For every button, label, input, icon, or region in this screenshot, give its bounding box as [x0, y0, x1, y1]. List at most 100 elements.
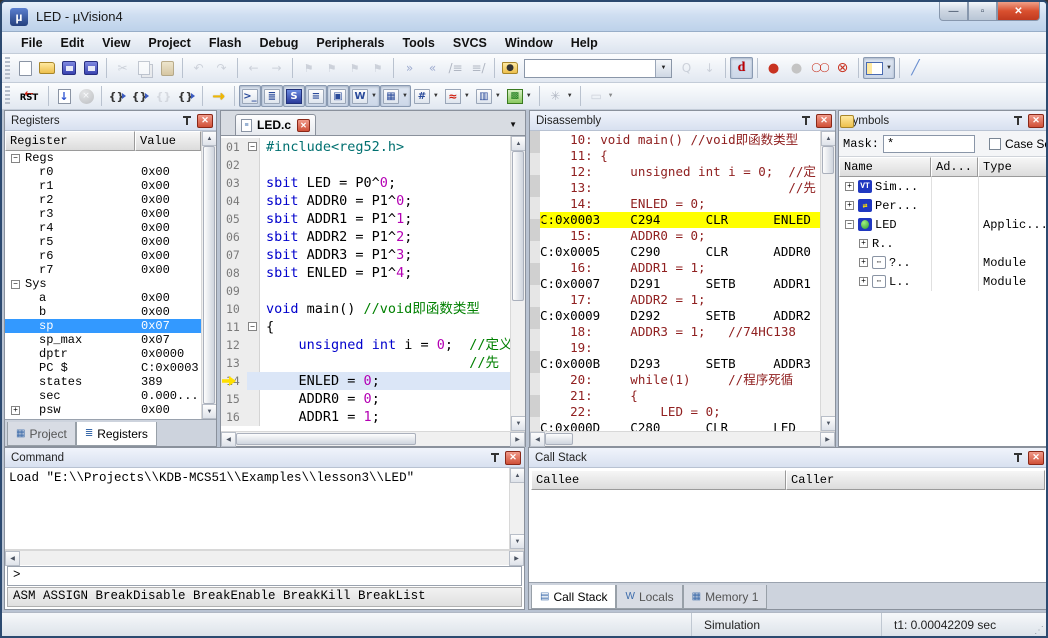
dropdown-arrow-icon[interactable]: ▼ [567, 93, 573, 99]
toolbar-grip[interactable] [5, 57, 10, 79]
dropdown-arrow-icon[interactable]: ▼ [464, 93, 470, 99]
tree-expander-icon[interactable]: − [845, 220, 854, 229]
dropdown-arrow-icon[interactable]: ▼ [495, 93, 501, 99]
register-row-r1[interactable]: r10x00 [5, 179, 201, 193]
registers-col-value[interactable]: Value [135, 131, 201, 151]
scroll-up-icon[interactable]: ▲ [510, 468, 524, 483]
command-window-button[interactable]: >_ [239, 85, 261, 107]
close-icon[interactable]: ✕ [816, 114, 832, 128]
register-row-r2[interactable]: r20x00 [5, 193, 201, 207]
indent-right-button[interactable]: » [398, 57, 421, 79]
menu-window[interactable]: Window [496, 34, 562, 52]
pin-icon[interactable] [180, 114, 194, 128]
symbols-col-type[interactable]: Type [978, 157, 1047, 177]
close-icon[interactable]: ✕ [197, 114, 213, 128]
restore-button[interactable]: ▫ [968, 2, 997, 21]
tree-expander-icon[interactable]: + [859, 258, 868, 267]
fold-margin[interactable] [247, 282, 260, 300]
code-area[interactable]: 01−#include<reg52.h>0203sbit LED = P0^0;… [221, 136, 510, 431]
close-icon[interactable]: ✕ [1028, 114, 1044, 128]
analysis-window-button[interactable]: ≈▼ [442, 85, 473, 107]
register-row-sec[interactable]: sec0.000... [5, 389, 201, 403]
combo-dropdown-icon[interactable]: ▼ [655, 60, 671, 77]
fold-margin[interactable] [247, 354, 260, 372]
menu-flash[interactable]: Flash [200, 34, 251, 52]
close-icon[interactable]: ✕ [1028, 451, 1044, 465]
dropdown-arrow-icon[interactable]: ▼ [526, 93, 532, 99]
command-hscrollbar[interactable]: ◀ ▶ [5, 550, 524, 565]
scroll-down-icon[interactable]: ▼ [511, 416, 525, 431]
command-vscrollbar[interactable]: ▲ ▼ [509, 468, 524, 549]
memory-window-button[interactable]: ▦▼ [380, 85, 411, 107]
register-row-sys[interactable]: −Sys [5, 277, 201, 291]
tab-list-dropdown-icon[interactable]: ▼ [509, 120, 517, 129]
symbol-row-sim[interactable]: +VTSim... [839, 177, 1047, 196]
close-button[interactable]: ✕ [997, 2, 1040, 21]
find-in-files-button[interactable]: ● [499, 57, 521, 79]
breakpoint-disable-button[interactable]: ● [785, 57, 808, 79]
breakpoint-disable-all-button[interactable]: ◯◯ [808, 57, 831, 79]
run-to-cursor-line-button[interactable]: {} [175, 85, 198, 107]
register-row-a[interactable]: a0x00 [5, 291, 201, 305]
tree-expander-icon[interactable]: + [11, 406, 20, 415]
tab-locals[interactable]: WLocals [616, 585, 682, 609]
scroll-right-icon[interactable]: ▶ [510, 432, 525, 447]
uncomment-selection-button[interactable]: ≡/ [467, 57, 490, 79]
breakpoint-kill-all-button[interactable]: ⊗ [831, 57, 854, 79]
register-row-pc--[interactable]: PC $C:0x0003 [5, 361, 201, 375]
scroll-right-icon[interactable]: ▶ [509, 551, 524, 566]
command-input[interactable]: > [7, 566, 522, 586]
fold-margin[interactable] [247, 372, 260, 390]
fold-margin[interactable] [247, 408, 260, 426]
fold-margin[interactable] [247, 228, 260, 246]
fold-margin[interactable] [247, 390, 260, 408]
register-row-sp[interactable]: sp0x07 [5, 319, 201, 333]
tree-expander-icon[interactable]: + [845, 182, 854, 191]
pin-icon[interactable] [1011, 451, 1025, 465]
dropdown-arrow-icon[interactable]: ▼ [433, 93, 439, 99]
symbol-row-per[interactable]: +⇄Per... [839, 196, 1047, 215]
step-into-button[interactable]: {} [106, 85, 129, 107]
run-code-button[interactable]: ↓ [53, 85, 75, 107]
tree-expander-icon[interactable]: − [11, 154, 20, 163]
disassembly-window-button[interactable]: ≣ [261, 85, 283, 107]
tree-expander-icon[interactable]: + [845, 201, 854, 210]
registers-col-register[interactable]: Register [5, 131, 135, 151]
disassembly-margin[interactable] [530, 131, 540, 431]
scroll-down-icon[interactable]: ▼ [821, 416, 835, 431]
callstack-col-caller[interactable]: Caller [786, 470, 1045, 490]
disassembly-content[interactable]: 10: void main() //void即函数类型 11: { 12: un… [540, 131, 820, 431]
register-row-psw[interactable]: +psw0x00 [5, 403, 201, 417]
mask-input[interactable] [883, 135, 975, 153]
system-viewer-button[interactable]: ▩▼ [504, 85, 535, 107]
menu-tools[interactable]: Tools [393, 34, 443, 52]
menu-peripherals[interactable]: Peripherals [307, 34, 393, 52]
tree-expander-icon[interactable]: − [11, 280, 20, 289]
tree-expander-icon[interactable]: + [859, 239, 868, 248]
disassembly-vscrollbar[interactable]: ▲ ▼ [820, 131, 835, 431]
fold-margin[interactable]: − [247, 318, 260, 336]
dropdown-arrow-icon[interactable]: ▼ [402, 93, 408, 99]
reset-cpu-button[interactable]: RST [14, 85, 44, 107]
symbols-window-button[interactable]: S [283, 85, 305, 107]
command-output[interactable]: Load "E:\\Projects\\KDB-MCS51\\Examples\… [5, 468, 509, 549]
menu-file[interactable]: File [12, 34, 52, 52]
start-stop-debug-session-button[interactable]: d [730, 57, 753, 79]
fold-margin[interactable] [247, 300, 260, 318]
register-row-regs[interactable]: −Regs [5, 151, 201, 165]
register-row-dptr[interactable]: dptr0x0000 [5, 347, 201, 361]
scroll-up-icon[interactable]: ▲ [202, 131, 216, 146]
show-next-statement-button[interactable]: → [207, 85, 230, 107]
tree-expander-icon[interactable]: + [859, 277, 868, 286]
fold-margin[interactable] [247, 246, 260, 264]
symbol-row-led[interactable]: −LEDApplic... [839, 215, 1047, 234]
save-all-button[interactable] [80, 57, 102, 79]
case-sensitive-checkbox[interactable] [989, 138, 1001, 150]
pin-icon[interactable] [488, 451, 502, 465]
symbols-col-name[interactable]: Name [839, 157, 931, 177]
tab-project[interactable]: ▦Project [7, 422, 76, 446]
toolbox-button[interactable]: ✳▼ [544, 85, 576, 107]
trace-window-button[interactable]: ▥▼ [473, 85, 504, 107]
fold-margin[interactable] [247, 156, 260, 174]
symbol-row-[interactable]: +⋯?..Module [839, 253, 1047, 272]
